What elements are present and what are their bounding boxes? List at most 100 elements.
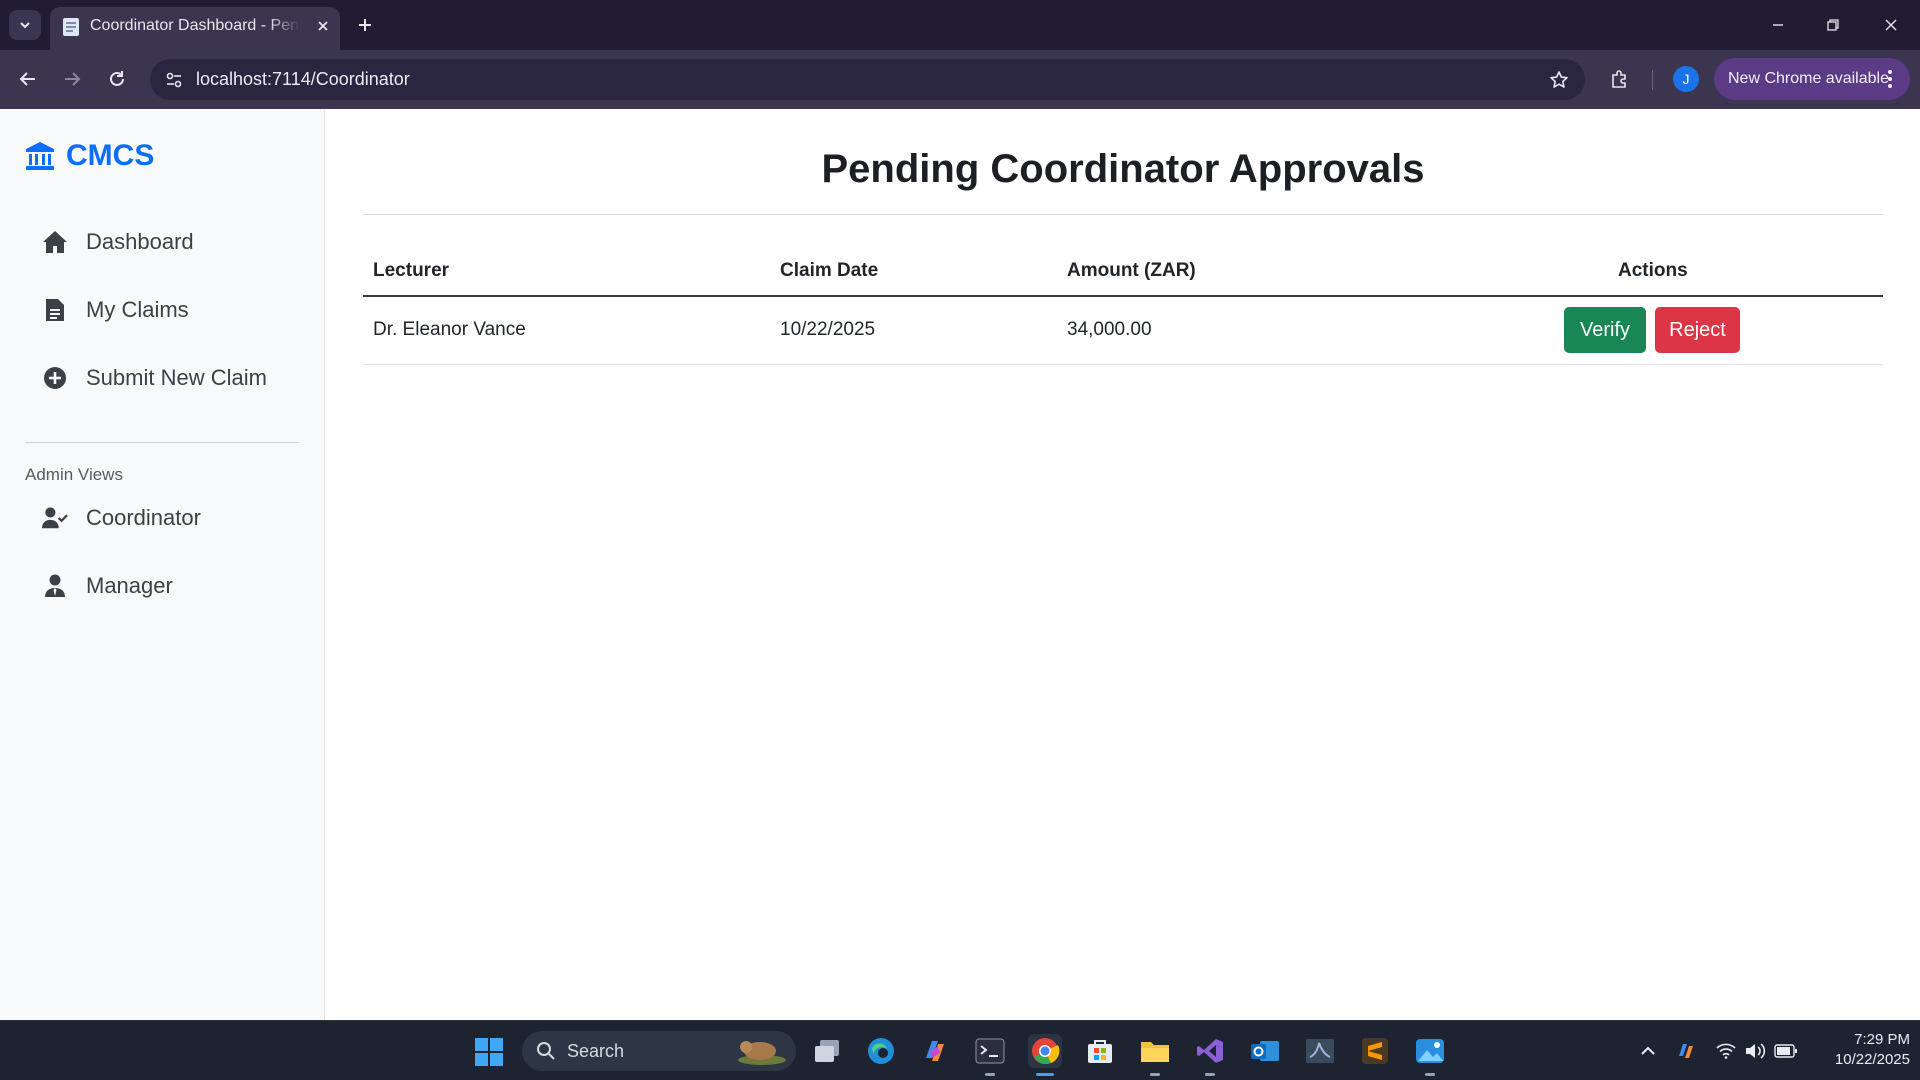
running-indicator xyxy=(1205,1073,1215,1076)
chrome-icon[interactable] xyxy=(1028,1034,1062,1076)
claim-date-cell: 10/22/2025 xyxy=(780,319,876,340)
sidebar-item-coordinator[interactable]: Coordinator xyxy=(42,505,201,531)
wifi-icon[interactable] xyxy=(1714,1039,1738,1063)
brand-link[interactable]: CMCS xyxy=(24,139,154,173)
sql-server-icon[interactable] xyxy=(1303,1034,1337,1068)
page-favicon-icon xyxy=(63,18,79,36)
bank-icon xyxy=(26,142,54,170)
chevron-up-icon[interactable] xyxy=(1636,1039,1660,1063)
profile-avatar[interactable]: J xyxy=(1673,66,1699,92)
copilot-tray-icon[interactable] xyxy=(1674,1039,1698,1063)
volume-icon[interactable] xyxy=(1744,1039,1768,1063)
arrow-right-icon xyxy=(65,72,81,86)
document-icon xyxy=(42,297,68,323)
sidebar-item-label: Manager xyxy=(86,573,173,598)
chrome-update-label: New Chrome available xyxy=(1728,70,1889,87)
copilot-icon[interactable] xyxy=(918,1034,952,1068)
search-icon xyxy=(537,1042,555,1060)
sidebar-item-dashboard[interactable]: Dashboard xyxy=(42,229,194,255)
running-indicator xyxy=(985,1073,995,1076)
active-indicator xyxy=(1036,1073,1054,1076)
sublime-text-icon[interactable] xyxy=(1358,1034,1392,1068)
windows-taskbar: Search 7:29 PM 10/22/2025 xyxy=(0,1020,1920,1080)
visual-studio-icon[interactable] xyxy=(1193,1034,1227,1076)
main-content: Pending Coordinator Approvals Lecturer C… xyxy=(325,109,1920,1020)
close-icon xyxy=(318,21,328,31)
search-highlight-icon xyxy=(738,1041,786,1065)
taskbar-search-label: Search xyxy=(567,1041,625,1061)
url-text[interactable]: localhost:7114/Coordinator xyxy=(196,69,410,90)
home-icon xyxy=(42,229,68,255)
amount-cell: 34,000.00 xyxy=(1067,319,1152,340)
photos-icon[interactable] xyxy=(1413,1034,1447,1076)
plus-circle-icon xyxy=(42,365,68,391)
column-header-lecturer: Lecturer xyxy=(373,260,450,281)
title-divider xyxy=(363,214,1883,215)
browser-toolbar: localhost:7114/Coordinator J New Chrome … xyxy=(0,50,1920,109)
browser-tab-strip: Coordinator Dashboard - Pending Approval… xyxy=(0,0,1920,50)
new-tab-button[interactable] xyxy=(352,12,378,38)
battery-icon[interactable] xyxy=(1774,1039,1798,1063)
outlook-icon[interactable] xyxy=(1248,1034,1282,1068)
verify-button[interactable]: Verify xyxy=(1564,307,1646,353)
chevron-down-icon xyxy=(20,22,30,29)
reload-button[interactable] xyxy=(101,63,133,95)
close-icon xyxy=(1885,19,1897,31)
tab-search-button[interactable] xyxy=(9,10,41,40)
column-header-actions: Actions xyxy=(1618,260,1688,281)
sidebar-item-manager[interactable]: Manager xyxy=(42,573,173,599)
reject-button[interactable]: Reject xyxy=(1655,307,1740,353)
puzzle-icon xyxy=(1612,70,1626,88)
sidebar-item-my-claims[interactable]: My Claims xyxy=(42,297,189,323)
taskbar-clock[interactable]: 7:29 PM 10/22/2025 xyxy=(1810,1030,1910,1070)
minimize-window-button[interactable] xyxy=(1758,10,1798,40)
running-indicator xyxy=(1425,1073,1435,1076)
sidebar-item-label: Dashboard xyxy=(86,229,194,254)
forward-button[interactable] xyxy=(56,63,88,95)
running-indicator xyxy=(1150,1073,1160,1076)
more-menu-icon[interactable] xyxy=(1880,68,1900,90)
column-header-claim-date: Claim Date xyxy=(780,260,879,281)
brand-name: CMCS xyxy=(66,139,155,172)
clock-time: 7:29 PM xyxy=(1854,1031,1910,1048)
restore-window-button[interactable] xyxy=(1813,10,1853,40)
terminal-icon[interactable] xyxy=(973,1034,1007,1076)
sidebar-item-label: Submit New Claim xyxy=(86,365,267,390)
tune-icon xyxy=(166,72,182,88)
store-icon[interactable] xyxy=(1083,1034,1117,1068)
tab-title: Coordinator Dashboard - Pending Approval… xyxy=(90,17,300,34)
back-button[interactable] xyxy=(12,63,44,95)
windows-start-icon[interactable] xyxy=(474,1037,504,1067)
sidebar-item-label: Coordinator xyxy=(86,505,201,530)
star-icon xyxy=(1550,71,1568,88)
close-window-button[interactable] xyxy=(1871,10,1911,40)
extensions-button[interactable] xyxy=(1604,63,1636,95)
chrome-update-button[interactable]: New Chrome available xyxy=(1714,58,1910,100)
admin-views-heading: Admin Views xyxy=(25,465,123,484)
page-title: Pending Coordinator Approvals xyxy=(821,147,1425,191)
user-check-icon xyxy=(42,505,68,531)
sidebar-item-label: My Claims xyxy=(86,297,189,322)
minimize-icon xyxy=(1773,24,1783,26)
table-row: Dr. Eleanor Vance 10/22/2025 34,000.00 V… xyxy=(363,297,1883,365)
site-info-button[interactable] xyxy=(162,68,186,92)
file-explorer-icon[interactable] xyxy=(1138,1034,1172,1076)
tab-close-button[interactable] xyxy=(312,15,334,37)
sidebar: CMCS Dashboard My Claims Submit New Clai… xyxy=(0,109,325,1020)
sidebar-item-submit-claim[interactable]: Submit New Claim xyxy=(42,365,267,391)
clock-date: 10/22/2025 xyxy=(1834,1051,1910,1068)
table-header-row: Lecturer Claim Date Amount (ZAR) Actions xyxy=(363,249,1883,297)
edge-icon[interactable] xyxy=(864,1034,898,1068)
arrow-left-icon xyxy=(19,72,35,86)
plus-icon xyxy=(359,19,371,31)
bookmark-button[interactable] xyxy=(1547,68,1571,92)
address-bar[interactable]: localhost:7114/Coordinator xyxy=(150,59,1585,100)
reload-icon xyxy=(110,71,124,86)
sidebar-divider xyxy=(25,442,299,443)
browser-tab-active[interactable]: Coordinator Dashboard - Pending Approval… xyxy=(50,7,340,50)
task-view-icon[interactable] xyxy=(810,1034,844,1068)
user-tie-icon xyxy=(42,573,68,599)
restore-icon xyxy=(1827,19,1839,31)
taskbar-search[interactable]: Search xyxy=(522,1031,796,1071)
column-header-amount: Amount (ZAR) xyxy=(1067,260,1196,281)
